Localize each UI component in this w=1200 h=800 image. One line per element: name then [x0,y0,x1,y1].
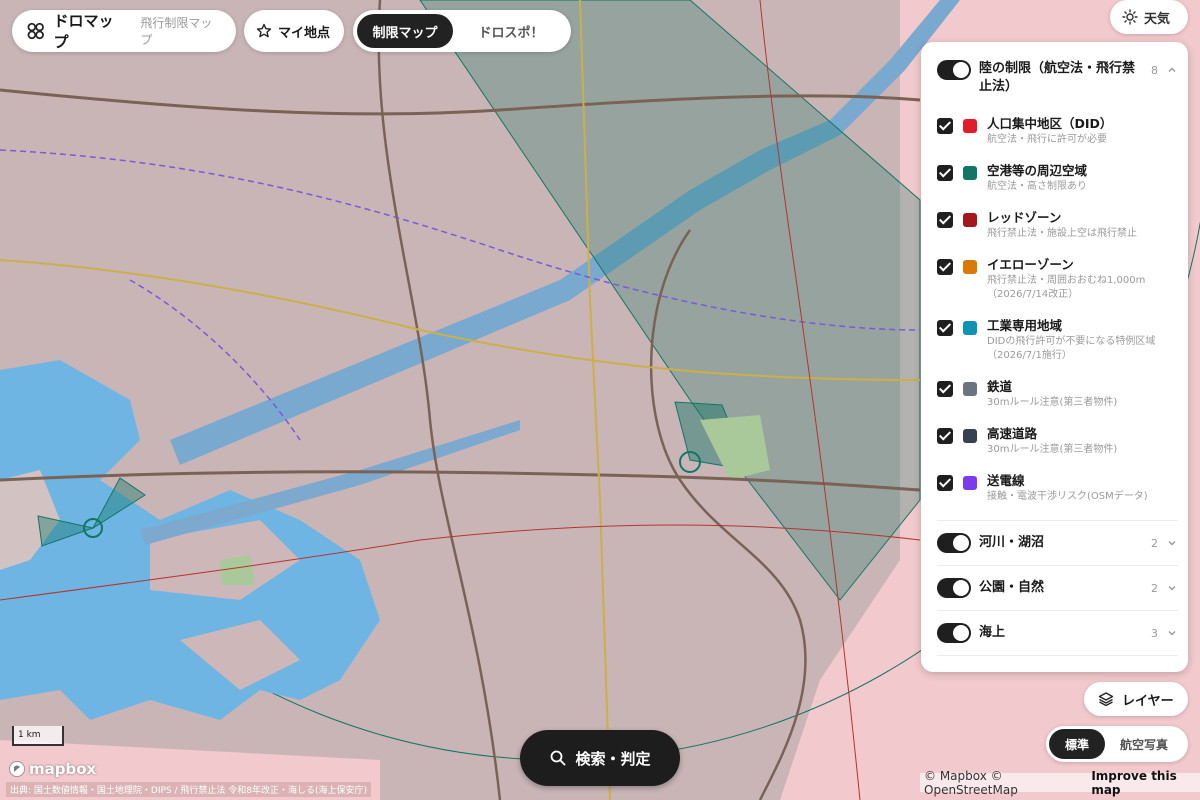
chevron-down-icon[interactable] [1166,582,1178,594]
layer-checkbox[interactable] [937,320,953,336]
layer-desc: 飛行禁止法・周囲おおむね1,000m（2026/7/14改正） [987,275,1146,300]
chevron-down-icon[interactable] [1166,627,1178,639]
group-sea[interactable]: 海上 3 [937,611,1178,656]
weather-button[interactable]: 天気 [1110,0,1188,34]
layer-color-swatch [963,213,977,227]
layer-color-swatch [963,321,977,335]
layer-name: 空港等の周辺空域 [987,163,1088,178]
layer-checkbox[interactable] [937,259,953,275]
layer-desc: 航空法・高さ制限あり [987,181,1087,192]
group-toggle[interactable] [937,60,971,80]
layer-item-expressway[interactable]: 高速道路 30mルール注意(第三者物件) [937,418,1178,465]
layer-list: 人口集中地区（DID） 航空法・飛行に許可が必要 空港等の周辺空域 航空法・高さ… [937,108,1178,521]
layers-icon [1098,692,1114,707]
mapbox-logo[interactable]: mapbox [8,760,96,778]
basemap-switch: 標準 航空写真 [1046,726,1188,762]
mapbox-icon [9,761,25,777]
improve-map-link[interactable]: Improve this map [1091,769,1200,797]
weather-label: 天気 [1144,11,1171,27]
layer-item-industrial[interactable]: 工業専用地域 DIDの飛行許可が不要になる特例区域（2026/7/1施行） [937,310,1178,371]
layer-desc: 30mルール注意(第三者物件) [987,397,1118,408]
mapbox-wordmark: mapbox [29,760,97,778]
layer-item-railway[interactable]: 鉄道 30mルール注意(第三者物件) [937,371,1178,418]
basemap-standard[interactable]: 標準 [1049,729,1105,759]
layer-color-swatch [963,119,977,133]
data-source-credit: 出典: 国土数値情報・国土地理院・DIPS / 飛行禁止法 令和8年改正・海しる… [6,782,371,797]
mode-switch: 制限マップ ドロスポ！ [353,10,571,52]
search-icon [551,750,566,766]
layer-name: レッドゾーン [987,210,1062,225]
group-count: 2 [1151,581,1158,595]
map-attribution: © Mapbox © OpenStreetMap Improve this ma… [920,769,1200,797]
layer-name: 人口集中地区（DID） [987,116,1113,131]
search-judge-label: 検索・判定 [575,749,651,768]
brand-button[interactable]: ドロマップ 飛行制限マップ [12,10,236,52]
attribution-text[interactable]: © Mapbox © OpenStreetMap [924,769,1085,797]
layer-name: 高速道路 [987,426,1038,441]
group-count: 3 [1151,626,1158,640]
sun-icon [1122,9,1138,25]
chevron-down-icon[interactable] [1166,537,1178,549]
park-2 [220,555,255,585]
chevron-up-icon[interactable] [1166,64,1178,76]
group-rivers[interactable]: 河川・湖沼 2 [937,521,1178,566]
tab-restriction-map[interactable]: 制限マップ [357,14,453,48]
layer-checkbox[interactable] [937,381,953,397]
group-toggle[interactable] [937,533,971,553]
layer-checkbox[interactable] [937,118,953,134]
group-parks[interactable]: 公園・自然 2 [937,566,1178,611]
group-land-restrictions[interactable]: 陸の制限（航空法・飛行禁止法） 8 [937,42,1178,108]
layer-panel: 陸の制限（航空法・飛行禁止法） 8 人口集中地区（DID） 航空法・飛行に許可が… [921,42,1188,672]
layer-name: 鉄道 [987,379,1013,394]
layer-desc: DIDの飛行許可が不要になる特例区域（2026/7/1施行） [987,336,1156,361]
layer-name: 送電線 [987,473,1025,488]
layer-checkbox[interactable] [937,475,953,491]
layer-checkbox[interactable] [937,428,953,444]
layer-desc: 30mルール注意(第三者物件) [987,444,1118,455]
layer-color-swatch [963,166,977,180]
group-title: 海上 [979,625,1006,640]
layer-checkbox[interactable] [937,212,953,228]
star-icon [256,23,272,38]
layers-button[interactable]: レイヤー [1084,682,1188,716]
app-subtitle: 飛行制限マップ [140,16,213,47]
layer-name: 工業専用地域 [987,318,1063,333]
layer-item-power-line[interactable]: 送電線 接触・電波干渉リスク(OSMデータ) [937,465,1178,512]
scale-bar: 1 km [12,726,64,746]
group-title: 陸の制限（航空法・飛行禁止法） [979,61,1136,94]
layer-item-airport[interactable]: 空港等の周辺空域 航空法・高さ制限あり [937,155,1178,202]
group-toggle[interactable] [937,578,971,598]
layer-desc: 接触・電波干渉リスク(OSMデータ) [987,491,1148,502]
group-title: 河川・湖沼 [979,535,1045,550]
layer-color-swatch [963,382,977,396]
layer-color-swatch [963,429,977,443]
layer-checkbox[interactable] [937,165,953,181]
my-spot-label: マイ地点 [278,25,331,41]
group-toggle[interactable] [937,623,971,643]
group-title: 公園・自然 [979,580,1045,595]
basemap-aerial[interactable]: 航空写真 [1107,729,1181,759]
layer-name: イエローゾーン [987,257,1074,272]
layer-color-swatch [963,260,977,274]
search-judge-button[interactable]: 検索・判定 [520,730,680,786]
layer-item-red-zone[interactable]: レッドゾーン 飛行禁止法・施設上空は飛行禁止 [937,202,1178,249]
layer-desc: 飛行禁止法・施設上空は飛行禁止 [987,228,1137,239]
group-count: 2 [1151,536,1158,550]
layers-label: レイヤー [1122,693,1174,709]
tab-drospo[interactable]: ドロスポ！ [457,14,565,48]
group-count: 8 [1151,64,1158,77]
app-title: ドロマップ [53,12,114,51]
layer-item-did[interactable]: 人口集中地区（DID） 航空法・飛行に許可が必要 [937,108,1178,155]
layer-item-yellow-zone[interactable]: イエローゾーン 飛行禁止法・周囲おおむね1,000m（2026/7/14改正） [937,249,1178,310]
layer-desc: 航空法・飛行に許可が必要 [987,134,1107,145]
drone-logo-icon [27,22,44,40]
my-spot-button[interactable]: マイ地点 [244,10,344,52]
layer-color-swatch [963,476,977,490]
